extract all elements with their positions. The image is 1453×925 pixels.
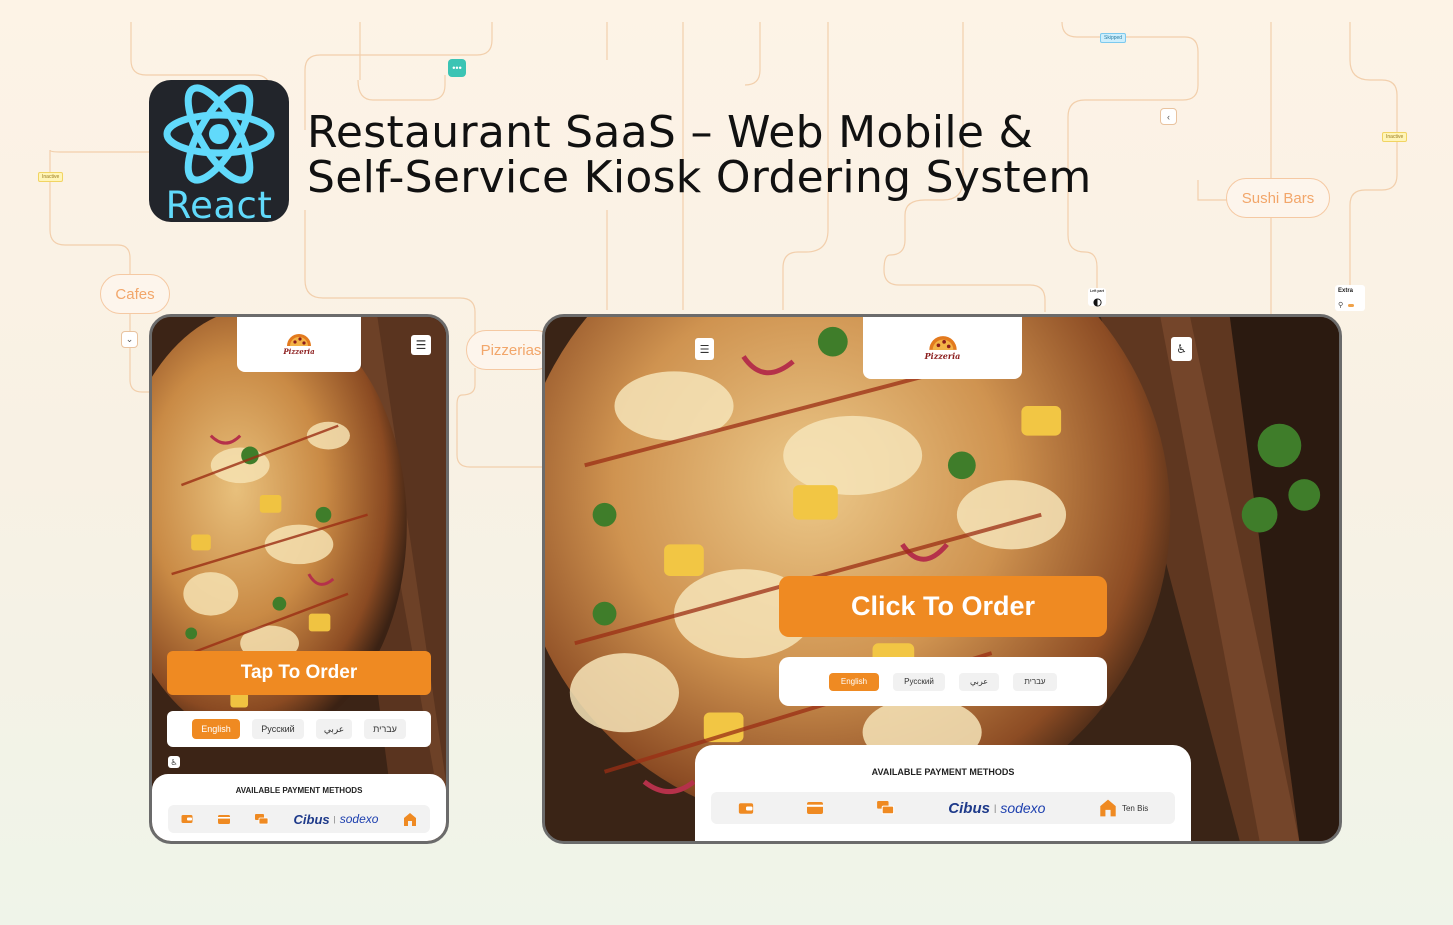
sodexo-label: sodexo — [1000, 800, 1046, 816]
hamburger-icon: ☰ — [415, 338, 427, 352]
mobile-payment-title: AVAILABLE PAYMENT METHODS — [235, 786, 363, 795]
lang-arabic[interactable]: عربي — [959, 672, 999, 691]
mobile-menu-button[interactable]: ☰ — [411, 335, 431, 355]
lang-hebrew[interactable]: עברית — [364, 719, 406, 739]
mobile-brand-name: Pizzeria — [283, 347, 315, 356]
title-line-2: Self-Service Kiosk Ordering System — [307, 152, 1092, 203]
react-label: React — [165, 184, 273, 222]
cibus-label: Cibus — [293, 811, 330, 827]
cards-stack-icon — [876, 801, 895, 815]
mobile-payment-methods: Cibus | sodexo — [168, 805, 430, 833]
tenbis-logo-icon — [403, 812, 417, 826]
cibus-sodexo-logo: Cibus | sodexo — [294, 812, 379, 827]
tag-inactive-right: Inactive — [1382, 132, 1408, 142]
lang-hebrew[interactable]: עברית — [1013, 672, 1057, 691]
kiosk-device-mockup: Pizzeria ☰ ♿ Click To Order English Русс… — [542, 314, 1342, 844]
wallet-icon — [738, 802, 754, 815]
cibus-sodexo-logo: Cibus | sodexo — [948, 800, 1045, 817]
mobile-language-bar: English Русский عربي עברית — [167, 711, 431, 747]
mobile-accessibility-button[interactable]: ♿ — [168, 756, 180, 768]
logo-separator: | — [333, 814, 336, 824]
tag-inactive-left: Inactive — [38, 172, 64, 182]
kiosk-language-bar: English Русский عربي עברית — [779, 657, 1107, 706]
cibus-label: Cibus — [948, 799, 990, 817]
kiosk-accessibility-button[interactable]: ♿ — [1171, 337, 1192, 361]
left-part-widget[interactable]: Left part — [1088, 288, 1106, 307]
react-atom-icon — [163, 84, 275, 184]
pizza-logo-icon — [287, 334, 311, 346]
mobile-logo-card: Pizzeria — [237, 317, 361, 372]
extra-label: Extra — [1338, 288, 1354, 294]
lang-russian[interactable]: Русский — [252, 719, 304, 739]
hamburger-icon: ☰ — [699, 343, 710, 356]
credit-card-icon — [807, 802, 824, 814]
teal-dots-button[interactable]: ••• — [448, 59, 466, 77]
kiosk-brand-name: Pizzeria — [924, 351, 961, 361]
lang-russian[interactable]: Русский — [893, 672, 945, 691]
mobile-device-mockup: Pizzeria ☰ Tap To Order English Русский … — [149, 314, 449, 844]
react-logo: React — [149, 80, 289, 222]
collapse-button[interactable]: ⌄ — [121, 331, 138, 348]
kiosk-menu-button[interactable]: ☰ — [695, 338, 714, 360]
pizza-background-image — [152, 317, 446, 841]
status-dot-icon — [1347, 304, 1354, 307]
tenbis-logo-icon — [1100, 799, 1116, 817]
accessibility-icon: ♿ — [1176, 342, 1187, 356]
chip-sushi-bars[interactable]: Sushi Bars — [1226, 178, 1330, 218]
chevron-left-icon: ‹ — [1167, 111, 1170, 122]
tenbis-logo: Ten Bis — [1099, 798, 1148, 818]
tap-to-order-button[interactable]: Tap To Order — [167, 651, 431, 695]
pizza-logo-icon — [928, 336, 957, 350]
chip-cafes[interactable]: Cafes — [100, 274, 170, 314]
lang-english[interactable]: English — [192, 719, 240, 739]
extra-widget[interactable]: Extra ⚲ — [1335, 285, 1365, 311]
wallet-icon — [181, 814, 193, 824]
user-icon: ⚲ — [1338, 302, 1344, 309]
click-to-order-button[interactable]: Click To Order — [779, 576, 1107, 637]
mobile-payment-panel: AVAILABLE PAYMENT METHODS Cibus | sodexo — [152, 774, 446, 841]
tag-skipped: Skipped — [1100, 33, 1127, 43]
tenbis-label: Ten Bis — [1121, 803, 1149, 813]
kiosk-payment-title: AVAILABLE PAYMENT METHODS — [871, 767, 1015, 777]
kiosk-payment-methods: Cibus | sodexo Ten Bis — [711, 792, 1175, 824]
title-line-1: Restaurant SaaS – Web Mobile & — [307, 107, 1034, 158]
logo-separator: | — [993, 803, 997, 813]
chevron-down-icon: ⌄ — [125, 334, 134, 344]
lang-english[interactable]: English — [829, 672, 879, 691]
credit-card-icon — [217, 814, 230, 824]
sodexo-label: sodexo — [339, 812, 379, 826]
kiosk-logo-card: Pizzeria — [863, 317, 1022, 379]
contrast-icon — [1092, 298, 1102, 307]
accessibility-icon: ♿ — [170, 757, 178, 767]
more-dots-icon: ••• — [452, 63, 462, 73]
back-button[interactable]: ‹ — [1160, 108, 1177, 125]
kiosk-payment-panel: AVAILABLE PAYMENT METHODS Cibus | sodexo… — [695, 745, 1191, 841]
lang-arabic[interactable]: عربي — [316, 719, 352, 739]
cards-stack-icon — [254, 813, 269, 825]
left-part-label: Left part — [1090, 289, 1104, 293]
page-title: Restaurant SaaS – Web Mobile & Self-Serv… — [307, 110, 1127, 200]
